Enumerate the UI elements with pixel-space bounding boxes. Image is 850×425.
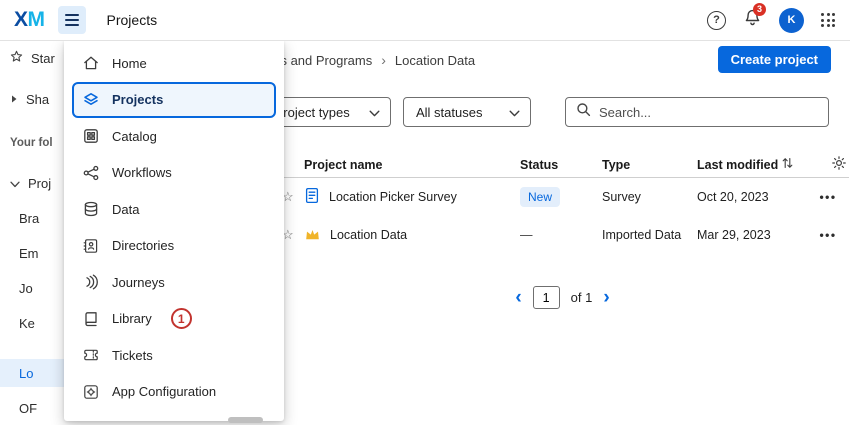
home-icon [82, 54, 100, 72]
sidebar-folder-label: Bra [19, 211, 39, 226]
project-name[interactable]: Location Picker Survey [329, 190, 457, 204]
breadcrumb-separator-icon: › [381, 52, 386, 68]
row-actions-button[interactable]: ••• [807, 190, 849, 204]
xm-logo[interactable]: XM [14, 8, 45, 32]
project-name[interactable]: Location Data [330, 228, 407, 242]
next-page-button[interactable]: › [603, 288, 609, 307]
menu-item-library[interactable]: Library 1 [64, 301, 284, 338]
menu-item-projects[interactable]: Projects [72, 82, 276, 119]
notification-count-badge: 3 [753, 3, 766, 16]
sort-icon[interactable] [782, 157, 793, 172]
column-header-name[interactable]: Project name [304, 158, 520, 172]
menu-item-label: Catalog [112, 129, 157, 144]
status-empty: — [520, 228, 533, 242]
sidebar-item-label: Sha [26, 92, 49, 107]
row-actions-button[interactable]: ••• [807, 228, 849, 242]
data-icon [82, 200, 100, 218]
table-row[interactable]: ☆ Location Data — Imported Data Mar 29, … [276, 216, 849, 254]
menu-item-label: Directories [112, 238, 174, 253]
avatar[interactable]: K [779, 8, 804, 33]
column-header-modified[interactable]: Last modified [697, 157, 807, 172]
help-icon[interactable]: ? [707, 11, 726, 30]
menu-item-label: App Configuration [112, 384, 216, 399]
menu-item-label: Projects [112, 92, 163, 107]
menu-item-label: Workflows [112, 165, 172, 180]
search-input[interactable] [599, 105, 818, 120]
last-modified: Mar 29, 2023 [697, 228, 807, 242]
scrollbar-thumb[interactable] [228, 417, 263, 423]
page-count-label: of 1 [571, 290, 593, 305]
menu-item-home[interactable]: Home [64, 45, 284, 82]
menu-item-catalog[interactable]: Catalog [64, 118, 284, 155]
chevron-right-icon [10, 92, 18, 107]
project-type: Imported Data [602, 228, 697, 242]
menu-item-data[interactable]: Data [64, 191, 284, 228]
search-icon [576, 102, 591, 122]
menu-item-label: Journeys [112, 275, 165, 290]
sidebar-item-label: Star [31, 51, 55, 66]
breadcrumb-current: Location Data [395, 53, 475, 68]
global-navigation-menu: Home Projects Catalog Workflows Data Dir… [64, 41, 284, 421]
hamburger-menu-button[interactable] [58, 6, 86, 34]
star-icon [10, 50, 23, 66]
topbar-actions: ? 3 K [707, 8, 835, 33]
apps-grid-icon[interactable] [821, 13, 835, 27]
table-settings-button[interactable] [807, 155, 849, 174]
column-header-status[interactable]: Status [520, 158, 602, 172]
sidebar-folder-label: Em [19, 246, 39, 261]
journeys-icon [82, 273, 100, 291]
menu-item-tickets[interactable]: Tickets [64, 337, 284, 374]
notifications-button[interactable]: 3 [743, 8, 762, 33]
menu-item-directories[interactable]: Directories [64, 228, 284, 265]
page-number-input[interactable] [533, 286, 560, 309]
library-icon [82, 310, 100, 328]
project-type: Survey [602, 190, 697, 204]
menu-item-journeys[interactable]: Journeys [64, 264, 284, 301]
annotation-step-1: 1 [171, 308, 192, 329]
menu-item-workflows[interactable]: Workflows [64, 155, 284, 192]
sidebar-folder-label: OF [19, 401, 37, 416]
catalog-icon [82, 127, 100, 145]
status-badge: New [520, 187, 560, 207]
table-header-row: Project name Status Type Last modified [276, 152, 849, 178]
imported-data-icon [304, 226, 321, 245]
tickets-icon [82, 346, 100, 364]
column-header-type[interactable]: Type [602, 158, 697, 172]
search-box [565, 97, 829, 127]
menu-item-app-configuration[interactable]: App Configuration [64, 374, 284, 411]
sidebar-folder-label: Jo [19, 281, 33, 296]
menu-item-label: Library [112, 311, 152, 326]
menu-item-label: Home [112, 56, 147, 71]
xm-logo-x: X [14, 8, 28, 31]
projects-table: Project name Status Type Last modified ☆… [276, 152, 849, 254]
sidebar-folder-label: Lo [19, 366, 33, 381]
chevron-down-icon [369, 105, 380, 120]
directories-icon [82, 237, 100, 255]
create-project-button[interactable]: Create project [718, 46, 831, 73]
statuses-dropdown[interactable]: All statuses [403, 97, 531, 127]
table-row[interactable]: ☆ Location Picker Survey New Survey Oct … [276, 178, 849, 216]
workflows-icon [82, 164, 100, 182]
sidebar-folder-label: Ke [19, 316, 35, 331]
projects-icon [82, 91, 100, 109]
survey-icon [304, 187, 320, 207]
sidebar-folder-label: Proj [28, 176, 51, 191]
caret-down-icon [10, 176, 20, 191]
menu-item-label: Data [112, 202, 139, 217]
gear-icon [831, 155, 847, 174]
menu-item-label: Tickets [112, 348, 153, 363]
chevron-down-icon [509, 105, 520, 120]
page-title: Projects [107, 12, 158, 28]
last-modified: Oct 20, 2023 [697, 190, 807, 204]
statuses-value: All statuses [416, 105, 482, 120]
topbar: XM Projects ? 3 K [0, 0, 850, 41]
xm-logo-m: M [28, 8, 45, 31]
previous-page-button[interactable]: ‹ [515, 288, 521, 307]
pagination: ‹ of 1 › [276, 286, 849, 309]
app-configuration-icon [82, 383, 100, 401]
